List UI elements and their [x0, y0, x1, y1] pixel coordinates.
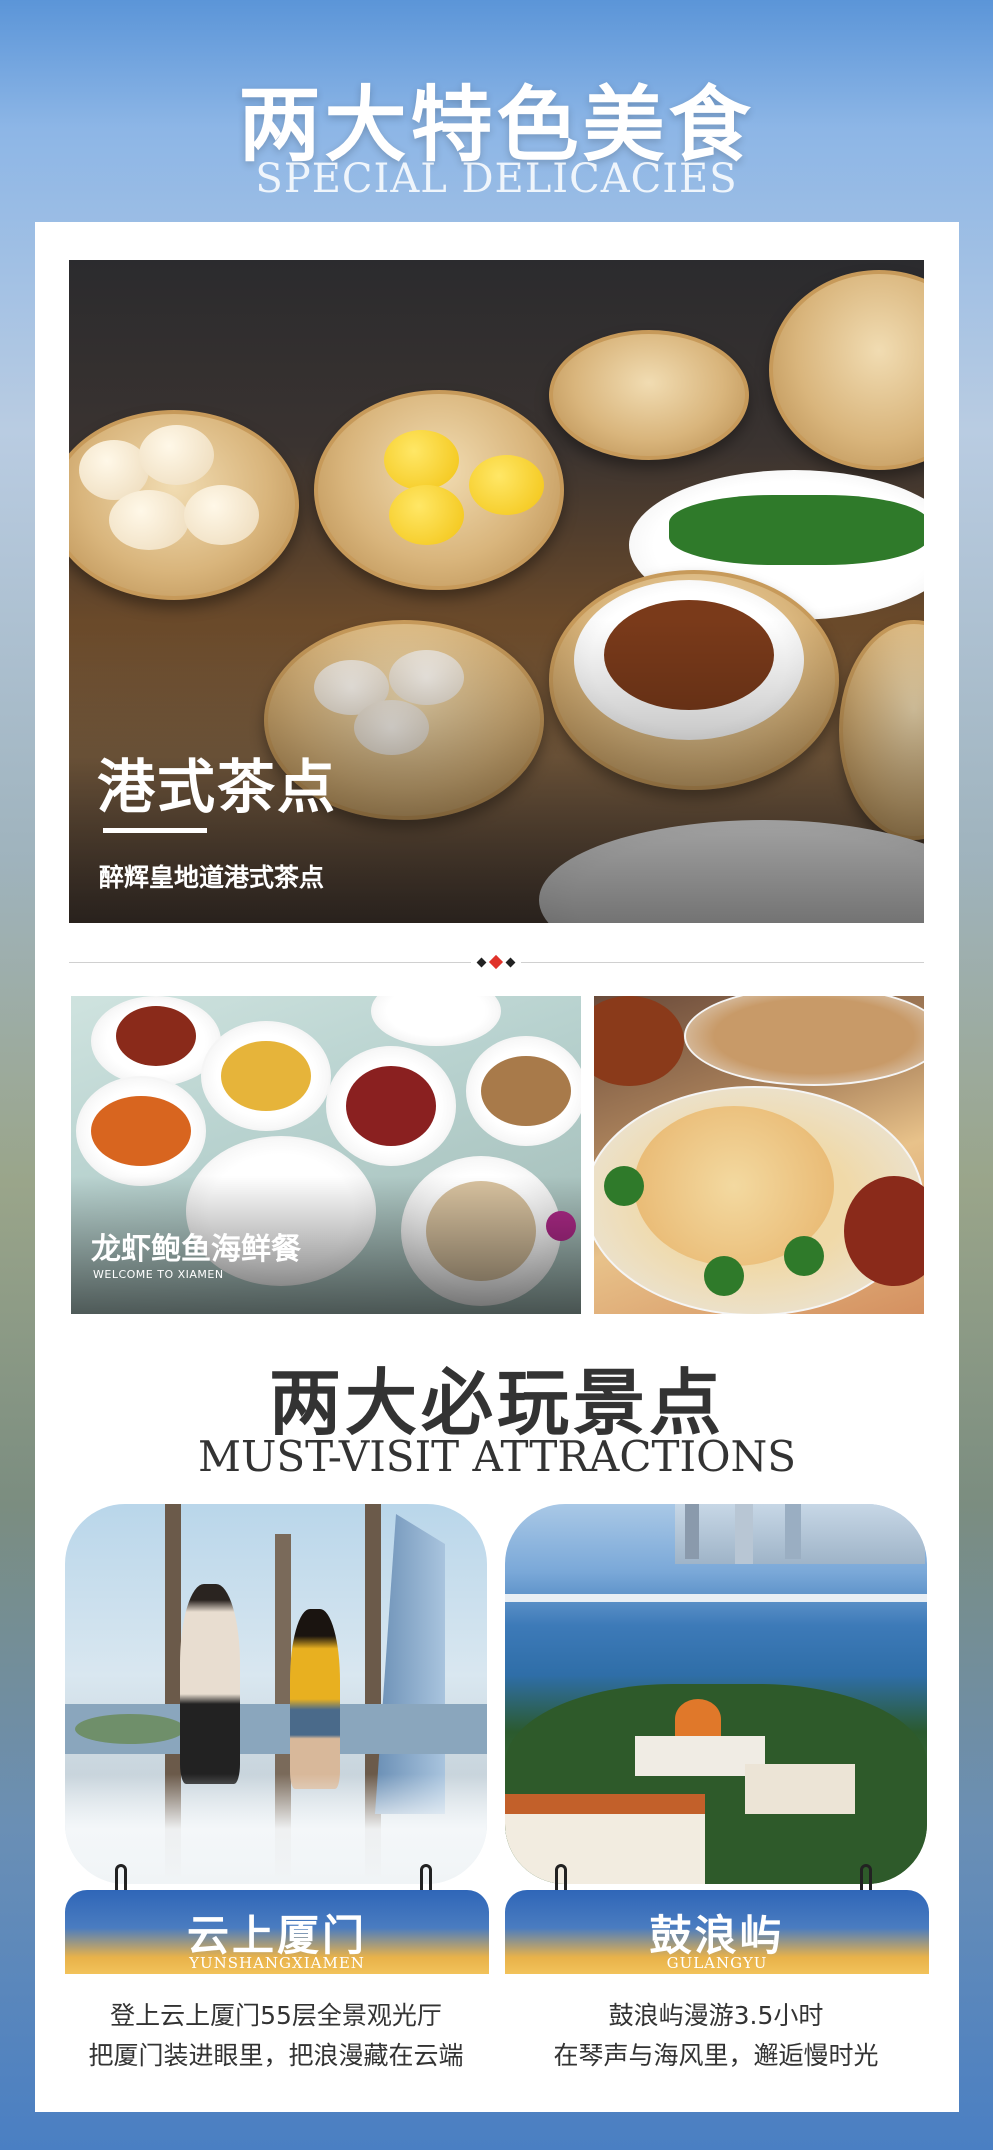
divider-ornament [471, 953, 521, 971]
yunshang-xiamen-banner: 云上厦门 YUNSHANGXIAMEN [65, 1890, 489, 1974]
description-line: 登上云上厦门55层全景观光厅 [110, 2001, 442, 2030]
page-subtitle: SPECIAL DELICACIES [255, 156, 738, 202]
content-card: 港式茶点 醉辉皇地道港式茶点 龙虾鲍鱼海鲜餐 WELCOME TO XIAMEN [35, 222, 959, 2112]
dimsum-title: 港式茶点 [97, 753, 338, 821]
attractions-subtitle: MUST-VISIT ATTRACTIONS [197, 1432, 797, 1481]
description-line: 把厦门装进眼里，把浪漫藏在云端 [88, 2041, 464, 2070]
seafood-subtitle: WELCOME TO XIAMEN [93, 1268, 224, 1281]
diamond-icon [505, 957, 516, 967]
seafood-photo-left: 龙虾鲍鱼海鲜餐 WELCOME TO XIAMEN [71, 996, 581, 1314]
attraction-description: 登上云上厦门55层全景观光厅 把厦门装进眼里，把浪漫藏在云端 [61, 1996, 491, 2076]
attraction-description: 鼓浪屿漫游3.5小时 在琴声与海风里，邂逅慢时光 [501, 1996, 931, 2076]
seafood-title: 龙虾鲍鱼海鲜餐 [91, 1232, 301, 1267]
title-underline [103, 828, 207, 833]
description-line: 鼓浪屿漫游3.5小时 [608, 2001, 824, 2030]
diamond-icon [476, 957, 487, 967]
attraction-name-en: GULANGYU [666, 1954, 768, 1972]
dimsum-photo: 港式茶点 醉辉皇地道港式茶点 [69, 260, 924, 923]
attraction-name-en: YUNSHANGXIAMEN [189, 1954, 365, 1972]
diamond-icon [488, 954, 504, 970]
gulangyu-photo [505, 1504, 927, 1884]
yunshang-xiamen-photo [65, 1504, 487, 1884]
description-line: 在琴声与海风里，邂逅慢时光 [553, 2041, 879, 2070]
dimsum-description: 醉辉皇地道港式茶点 [99, 863, 325, 892]
seafood-photo-right [594, 996, 924, 1314]
gulangyu-banner: 鼓浪屿 GULANGYU [505, 1890, 929, 1974]
